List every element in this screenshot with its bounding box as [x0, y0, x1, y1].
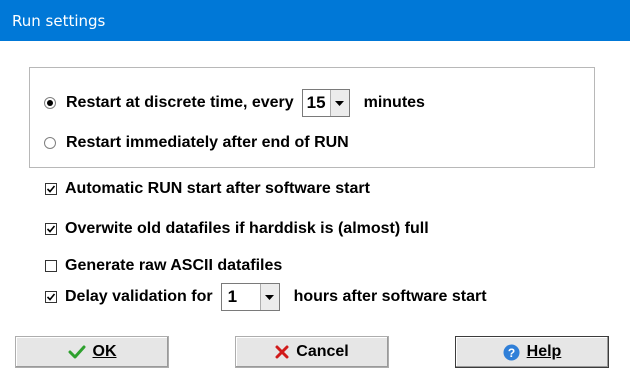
help-button[interactable]: ? Help	[455, 336, 609, 368]
window-title: Run settings	[12, 12, 106, 30]
auto-start-option[interactable]: Automatic RUN start after software start	[45, 178, 370, 200]
interval-minutes-value: 15	[306, 93, 326, 112]
delay-validation-unit-label: hours after software start	[293, 288, 487, 305]
restart-immediate-label: Restart immediately after end of RUN	[66, 134, 349, 151]
chevron-down-icon[interactable]	[259, 284, 279, 310]
delay-hours-dropdown[interactable]: 1	[220, 283, 280, 311]
chevron-down-icon[interactable]	[329, 90, 349, 116]
delay-validation-label: Delay validation for	[65, 288, 213, 305]
question-icon: ?	[503, 344, 520, 361]
auto-start-label: Automatic RUN start after software start	[65, 180, 370, 197]
delay-hours-value: 1	[227, 287, 238, 306]
checkmark-icon	[46, 185, 56, 193]
cancel-label: Cancel	[296, 343, 349, 360]
x-icon	[275, 345, 289, 359]
checkmark-icon	[46, 293, 56, 301]
overwrite-label: Overwite old datafiles if harddisk is (a…	[65, 220, 429, 237]
restart-discrete-option[interactable]: Restart at discrete time, every 15 minut…	[44, 89, 425, 117]
raw-ascii-checkbox[interactable]	[45, 260, 57, 272]
raw-ascii-option[interactable]: Generate raw ASCII datafiles	[45, 255, 282, 277]
run-settings-dialog: Run settings Restart at discrete time, e…	[0, 0, 630, 381]
raw-ascii-label: Generate raw ASCII datafiles	[65, 257, 283, 274]
interval-minutes-dropdown[interactable]: 15	[301, 89, 350, 117]
help-label: Help	[526, 343, 562, 360]
delay-validation-option[interactable]: Delay validation for 1 hours after softw…	[45, 283, 487, 311]
cancel-button[interactable]: Cancel	[235, 336, 389, 368]
ok-label: OK	[92, 343, 117, 360]
ok-button[interactable]: OK	[15, 336, 169, 368]
restart-immediate-radio[interactable]	[44, 137, 56, 149]
checkmark-icon	[68, 345, 86, 359]
restart-discrete-unit-label: minutes	[363, 94, 425, 111]
auto-start-checkbox[interactable]	[45, 183, 57, 195]
restart-immediate-option[interactable]: Restart immediately after end of RUN	[44, 132, 349, 154]
svg-text:?: ?	[507, 346, 514, 360]
delay-validation-checkbox[interactable]	[45, 291, 57, 303]
overwrite-option[interactable]: Overwite old datafiles if harddisk is (a…	[45, 218, 429, 240]
title-bar[interactable]: Run settings	[0, 0, 630, 41]
restart-discrete-label: Restart at discrete time, every	[66, 94, 294, 111]
overwrite-checkbox[interactable]	[45, 223, 57, 235]
restart-discrete-radio[interactable]	[44, 97, 56, 109]
checkmark-icon	[46, 225, 56, 233]
